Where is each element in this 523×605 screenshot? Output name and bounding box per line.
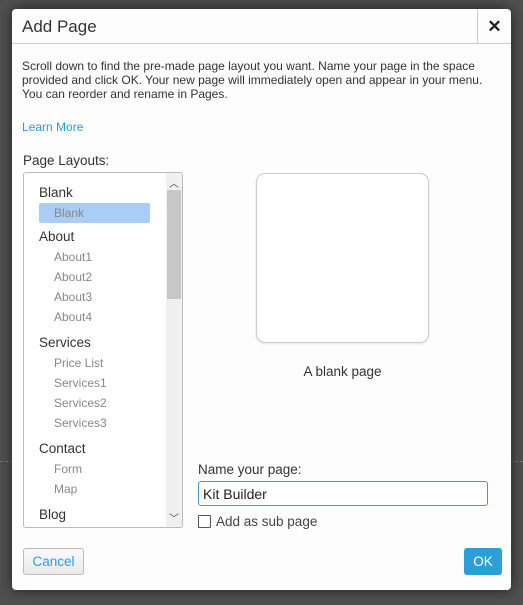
layout-item[interactable]: About3 [24, 289, 150, 309]
dialog-titlebar: Add Page ✕ [12, 9, 511, 44]
subpage-checkbox[interactable] [198, 515, 211, 528]
name-label: Name your page: [198, 462, 302, 477]
scroll-down-icon[interactable]: ﹀ [166, 510, 182, 525]
page-layouts-list[interactable]: Blank Blank About About1 About2 About3 About4 S… [23, 172, 183, 528]
preview-caption: A blank page [303, 364, 382, 379]
close-icon[interactable]: ✕ [477, 9, 511, 44]
layout-item[interactable]: About1 [24, 249, 150, 269]
layout-item[interactable]: About4 [24, 309, 150, 329]
layout-item[interactable]: Map [24, 481, 150, 501]
dialog-title: Add Page [22, 17, 97, 36]
layout-item[interactable]: Services1 [24, 375, 150, 395]
layout-item[interactable]: About2 [24, 269, 150, 289]
layout-group-heading: Blank [39, 185, 73, 200]
layout-item[interactable]: Blank [39, 203, 150, 223]
layout-group-heading: About [39, 229, 75, 244]
layout-preview [256, 173, 429, 343]
layout-group-heading: Services [39, 335, 91, 350]
layout-group-heading: Contact [39, 441, 86, 456]
page-name-input[interactable] [198, 481, 488, 506]
layout-group-heading: Blog [39, 507, 67, 522]
learn-more-link[interactable]: Learn More [22, 120, 83, 134]
layout-item[interactable]: Services3 [24, 415, 150, 435]
scroll-up-icon[interactable]: ︿ [166, 175, 182, 190]
intro-text: Scroll down to find the pre-made page la… [22, 59, 483, 101]
scrollbar[interactable]: ︿ ﹀ [166, 173, 182, 527]
page-layouts-label: Page Layouts: [23, 153, 110, 168]
layout-item[interactable]: Services2 [24, 395, 150, 415]
ok-button[interactable]: OK [464, 548, 502, 575]
layout-item[interactable]: Price List [24, 355, 150, 375]
add-page-dialog: Add Page ✕ Scroll down to find the pre-m… [12, 9, 511, 590]
layout-item[interactable]: Form [24, 461, 150, 481]
cancel-button[interactable]: Cancel [23, 548, 84, 575]
subpage-option[interactable]: Add as sub page [198, 514, 317, 529]
subpage-label: Add as sub page [216, 514, 318, 529]
scrollbar-thumb[interactable] [167, 190, 181, 299]
